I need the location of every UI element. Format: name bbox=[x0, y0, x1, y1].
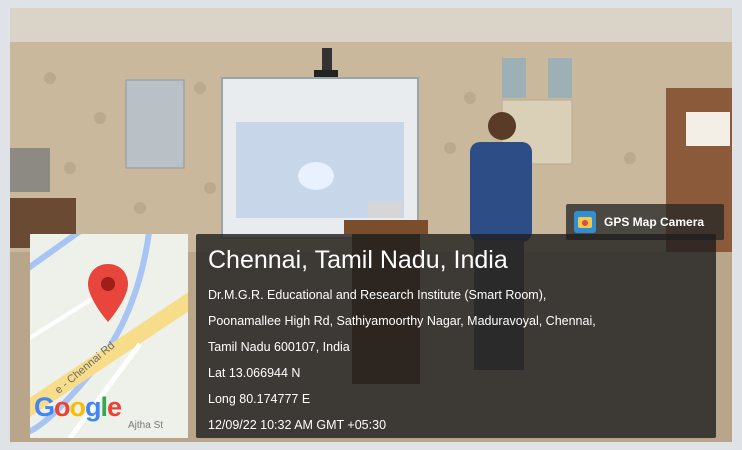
presenter-shirt bbox=[470, 142, 532, 242]
google-letter: o bbox=[54, 392, 70, 422]
google-letter: G bbox=[34, 392, 55, 422]
location-city: Chennai, Tamil Nadu, India bbox=[208, 246, 508, 274]
longitude: Long 80.174777 E bbox=[208, 392, 311, 406]
google-letter: g bbox=[85, 392, 101, 422]
address-line-1: Dr.M.G.R. Educational and Research Insti… bbox=[208, 288, 547, 302]
google-letter: e bbox=[107, 392, 122, 422]
map-street-label: Ajtha St bbox=[128, 420, 164, 431]
badge-label: GPS Map Camera bbox=[604, 215, 705, 229]
laptop bbox=[368, 202, 402, 218]
google-logo: Google bbox=[34, 392, 122, 423]
lectern-top bbox=[344, 220, 428, 234]
projection-glow bbox=[298, 162, 334, 190]
window-light bbox=[686, 112, 730, 146]
latitude: Lat 13.066944 N bbox=[208, 366, 301, 380]
wall-poster bbox=[125, 79, 185, 169]
address-line-3: Tamil Nadu 600107, India bbox=[208, 340, 350, 354]
camera-app-icon bbox=[574, 211, 596, 233]
photo-frame: GPS Map Camera e - Chennai Rd Google Ajt… bbox=[10, 8, 732, 442]
google-letter: o bbox=[69, 392, 86, 422]
presenter-head bbox=[488, 112, 516, 140]
notice-board-small-1 bbox=[502, 58, 526, 98]
map-pin-icon bbox=[88, 264, 128, 322]
map-thumbnail: e - Chennai Rd Google Ajtha St bbox=[30, 234, 188, 438]
location-info-panel: Chennai, Tamil Nadu, India Dr.M.G.R. Edu… bbox=[196, 234, 716, 438]
notice-board-small-2 bbox=[548, 58, 572, 98]
wall-cabinet bbox=[10, 148, 50, 192]
timestamp: 12/09/22 10:32 AM GMT +05:30 bbox=[208, 418, 387, 432]
address-line-2: Poonamallee High Rd, Sathiyamoorthy Naga… bbox=[208, 314, 596, 328]
